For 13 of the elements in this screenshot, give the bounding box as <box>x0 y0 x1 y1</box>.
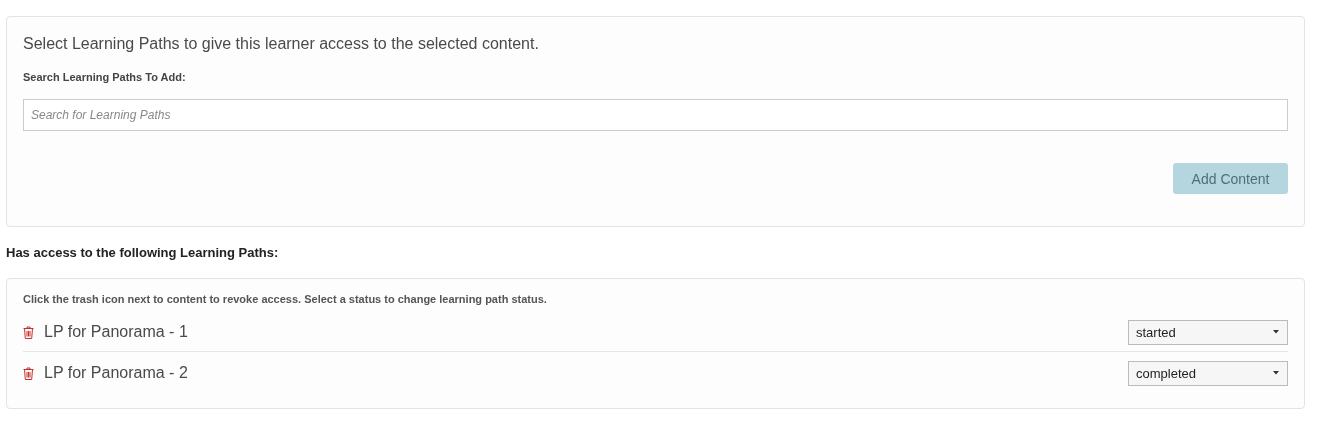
status-dropdown[interactable]: completed <box>1128 360 1288 386</box>
learning-path-name: LP for Panorama - 2 <box>44 364 189 382</box>
section-heading: Has access to the following Learning Paths: <box>6 245 280 260</box>
learning-path-name: LP for Panorama - 1 <box>44 323 189 341</box>
trash-icon[interactable] <box>23 366 34 380</box>
caret-icon <box>1273 330 1279 334</box>
trash-icon[interactable] <box>23 325 34 339</box>
intro-text: Select Learning Paths to give this learner access to the selected content. <box>23 35 540 53</box>
status-dropdown[interactable]: started <box>1128 319 1288 345</box>
hint-text: Click the trash icon next to content to revoke access. Select a status to change learning path status. <box>23 293 548 305</box>
search-label: Search Learning Paths To Add: <box>23 71 187 83</box>
search-field[interactable]: Search for Learning Paths <box>23 99 1288 131</box>
caret-icon <box>1273 371 1279 375</box>
